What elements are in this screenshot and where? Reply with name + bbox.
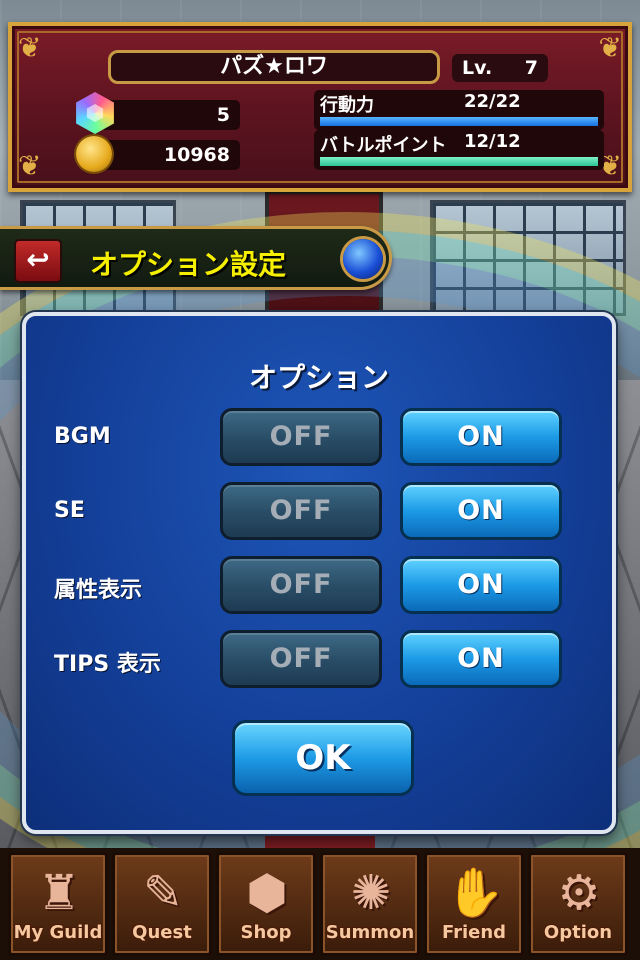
- back-arrow-icon: ↩: [26, 243, 50, 276]
- nav-label: Friend: [441, 922, 507, 943]
- nav-label: Summon: [325, 922, 415, 943]
- stamina-value: 22/22: [464, 91, 521, 112]
- handshake-icon: ✋: [445, 865, 505, 921]
- stamina-bar-fill: [320, 117, 598, 126]
- stones-icon: ⬢: [246, 865, 288, 921]
- nav-friend[interactable]: ✋ Friend: [424, 852, 524, 956]
- player-name: パズ★ロワ: [108, 50, 440, 84]
- option-label: 属性表示: [54, 578, 143, 603]
- bgm-off-button[interactable]: OFF: [220, 408, 382, 466]
- player-level: Lv. 7: [452, 54, 548, 82]
- screen-title-banner: ↩ オプション設定: [0, 226, 392, 290]
- bottom-navigation: ♜ My Guild ✎ Quest ⬢ Shop ✺ Summon ✋ Fri…: [0, 848, 640, 960]
- ornament-icon: ❦: [18, 31, 42, 64]
- level-value: 7: [524, 57, 538, 79]
- stamina-meter: 行動力 22/22: [314, 90, 604, 130]
- option-label: SE: [54, 498, 85, 523]
- attribute-display-on-button[interactable]: ON: [400, 556, 562, 614]
- blue-gem-icon: [343, 239, 383, 279]
- coin-icon: [76, 136, 112, 172]
- se-off-button[interactable]: OFF: [220, 482, 382, 540]
- gear-icon: ⚙: [557, 865, 601, 921]
- option-row-attribute-display: 属性表示 OFF ON: [26, 556, 620, 618]
- nav-shop[interactable]: ⬢ Shop: [216, 852, 316, 956]
- nav-my-guild[interactable]: ♜ My Guild: [8, 852, 108, 956]
- magic-stone-count: 5: [100, 100, 240, 130]
- nav-label: Quest: [132, 922, 192, 943]
- stamina-label: 行動力: [320, 95, 374, 116]
- nav-label: Shop: [240, 922, 292, 943]
- option-row-bgm: BGM OFF ON: [26, 408, 620, 470]
- castle-icon: ♜: [37, 865, 81, 921]
- screen-title: オプション設定: [90, 248, 287, 281]
- nav-quest[interactable]: ✎ Quest: [112, 852, 212, 956]
- back-button[interactable]: ↩: [14, 239, 62, 283]
- nav-label: Option: [543, 922, 613, 943]
- nav-option[interactable]: ⚙ Option: [528, 852, 628, 956]
- ok-button[interactable]: OK: [232, 720, 414, 796]
- battle-point-meter: バトルポイント 12/12: [314, 130, 604, 170]
- magic-circle-icon: ✺: [350, 865, 392, 921]
- attribute-display-off-button[interactable]: OFF: [220, 556, 382, 614]
- bgm-on-button[interactable]: ON: [400, 408, 562, 466]
- stamina-bar-track: [320, 117, 598, 126]
- battle-point-label: バトルポイント: [320, 135, 447, 156]
- nav-summon[interactable]: ✺ Summon: [320, 852, 420, 956]
- nav-label: My Guild: [13, 922, 103, 943]
- dialog-title: オプション: [248, 361, 389, 394]
- options-dialog: オプション BGM OFF ON SE OFF ON 属性表示 OFF ON T…: [22, 312, 616, 834]
- battle-point-bar-fill: [320, 157, 598, 166]
- level-label: Lv.: [462, 57, 493, 79]
- option-row-se: SE OFF ON: [26, 482, 620, 544]
- battle-point-value: 12/12: [464, 131, 521, 152]
- map-quill-icon: ✎: [142, 865, 184, 921]
- option-label: TIPS 表示: [54, 652, 161, 677]
- ornament-icon: ❦: [598, 31, 622, 64]
- player-status-panel: ❦ ❦ ❦ ❦ パズ★ロワ Lv. 7 5 10968 行動力 22/22 バト…: [8, 22, 632, 192]
- se-on-button[interactable]: ON: [400, 482, 562, 540]
- tips-display-on-button[interactable]: ON: [400, 630, 562, 688]
- option-label: BGM: [54, 424, 111, 449]
- option-row-tips-display: TIPS 表示 OFF ON: [26, 630, 620, 692]
- coin-count: 10968: [100, 140, 240, 170]
- battle-point-bar-track: [320, 157, 598, 166]
- tips-display-off-button[interactable]: OFF: [220, 630, 382, 688]
